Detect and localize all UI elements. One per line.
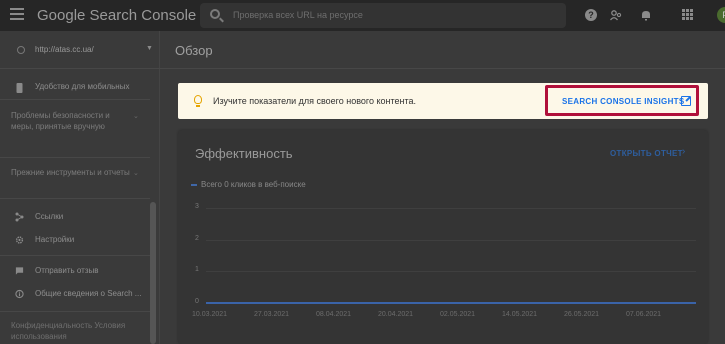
feedback-icon	[15, 267, 24, 275]
top-app-bar: Google Search Console Проверка всех URL …	[0, 0, 725, 31]
menu-icon[interactable]	[10, 8, 24, 20]
insights-button-label: SEARCH CONSOLE INSIGHTS	[562, 97, 685, 106]
search-console-insights-button[interactable]: SEARCH CONSOLE INSIGHTS	[545, 85, 699, 116]
y-tick-label: 1	[195, 266, 199, 274]
account-avatar[interactable]: F	[717, 7, 725, 23]
url-inspection-search[interactable]: Проверка всех URL на ресурсе	[200, 3, 566, 28]
gear-icon	[15, 236, 24, 244]
sidebar-scrollbar[interactable]	[150, 202, 156, 344]
globe-icon	[17, 46, 25, 54]
sidebar-item-settings[interactable]: Настройки	[0, 234, 150, 248]
x-tick-label: 26.05.2021	[564, 311, 600, 318]
sidebar-item-label: Ссылки	[35, 212, 64, 221]
open-report-link[interactable]: ОТКРЫТЬ ОТЧЕТ	[610, 149, 683, 158]
sidebar-section-legacy-tools[interactable]: Прежние инструменты и отчеты ⌄	[0, 167, 150, 193]
x-tick-label: 08.04.2021	[316, 311, 352, 318]
open-in-new-icon	[681, 96, 691, 106]
help-icon[interactable]: ?	[585, 9, 597, 21]
people-icon[interactable]	[610, 9, 622, 21]
info-icon	[15, 289, 24, 299]
sidebar-section-label: Прежние инструменты и отчеты	[11, 168, 130, 177]
performance-card: Эффективность ОТКРЫТЬ ОТЧЕТ › Всего 0 кл…	[178, 130, 708, 344]
y-tick-label: 3	[195, 203, 199, 210]
property-selector[interactable]: http://atas.cc.ua/ ▼	[0, 31, 160, 69]
chevron-down-icon: ⌄	[133, 113, 139, 120]
lightbulb-icon	[194, 95, 202, 107]
chart-series-svg	[206, 302, 696, 304]
title-divider	[160, 68, 725, 69]
sidebar-section-security[interactable]: Проблемы безопасности и меры, принятые в…	[0, 110, 150, 150]
sidebar-item-label: Настройки	[35, 235, 75, 244]
sidebar-divider	[0, 157, 150, 158]
legend-label: Всего 0 кликов в веб-поиске	[201, 180, 306, 189]
page-title: Обзор	[175, 43, 213, 58]
links-icon	[15, 212, 24, 222]
x-tick-label: 20.04.2021	[378, 311, 414, 318]
x-tick-label: 02.05.2021	[440, 311, 476, 318]
sidebar-divider	[0, 255, 150, 256]
sidebar-divider	[0, 311, 150, 312]
apps-grid-icon[interactable]	[682, 9, 693, 20]
performance-title: Эффективность	[195, 146, 293, 161]
y-tick-label: 0	[195, 298, 199, 305]
chevron-down-icon: ▼	[146, 45, 153, 52]
x-tick-label: 10.03.2021	[192, 311, 228, 318]
sidebar-item-label: Общие сведения о Search ...	[35, 289, 142, 298]
sidebar-item-label: Удобство для мобильных	[35, 82, 130, 91]
sidebar-item-mobile-usability[interactable]: Удобство для мобильных	[0, 81, 150, 95]
sidebar: http://atas.cc.ua/ ▼ Удобство для мобиль…	[0, 31, 160, 344]
sidebar-divider	[0, 99, 150, 100]
sidebar-item-links[interactable]: Ссылки	[0, 211, 150, 225]
sidebar-item-label: Отправить отзыв	[35, 266, 99, 275]
chevron-right-icon[interactable]: ›	[682, 146, 685, 157]
sidebar-item-about[interactable]: Общие сведения о Search ...	[0, 288, 150, 302]
sidebar-divider	[0, 198, 150, 199]
banner-text: Изучите показатели для своего нового кон…	[213, 96, 417, 106]
x-tick-label: 07.06.2021	[626, 311, 662, 318]
x-tick-label: 14.05.2021	[502, 311, 538, 318]
insights-banner: Изучите показатели для своего нового кон…	[178, 83, 708, 119]
chevron-down-icon: ⌄	[133, 170, 139, 177]
mobile-icon	[16, 83, 23, 93]
search-icon	[210, 9, 220, 19]
app-title[interactable]: Google Search Console	[37, 7, 196, 24]
bell-icon[interactable]	[640, 9, 652, 21]
sidebar-section-label: Проблемы безопасности и меры, принятые в…	[11, 111, 110, 131]
legend-swatch	[191, 184, 197, 186]
property-label: http://atas.cc.ua/	[35, 45, 94, 54]
sidebar-footer-links[interactable]: Конфиденциальность Условия использования	[11, 320, 146, 342]
y-tick-label: 2	[195, 234, 199, 242]
search-placeholder[interactable]: Проверка всех URL на ресурсе	[233, 10, 363, 20]
x-tick-label: 27.03.2021	[254, 311, 290, 318]
sidebar-item-feedback[interactable]: Отправить отзыв	[0, 265, 150, 279]
